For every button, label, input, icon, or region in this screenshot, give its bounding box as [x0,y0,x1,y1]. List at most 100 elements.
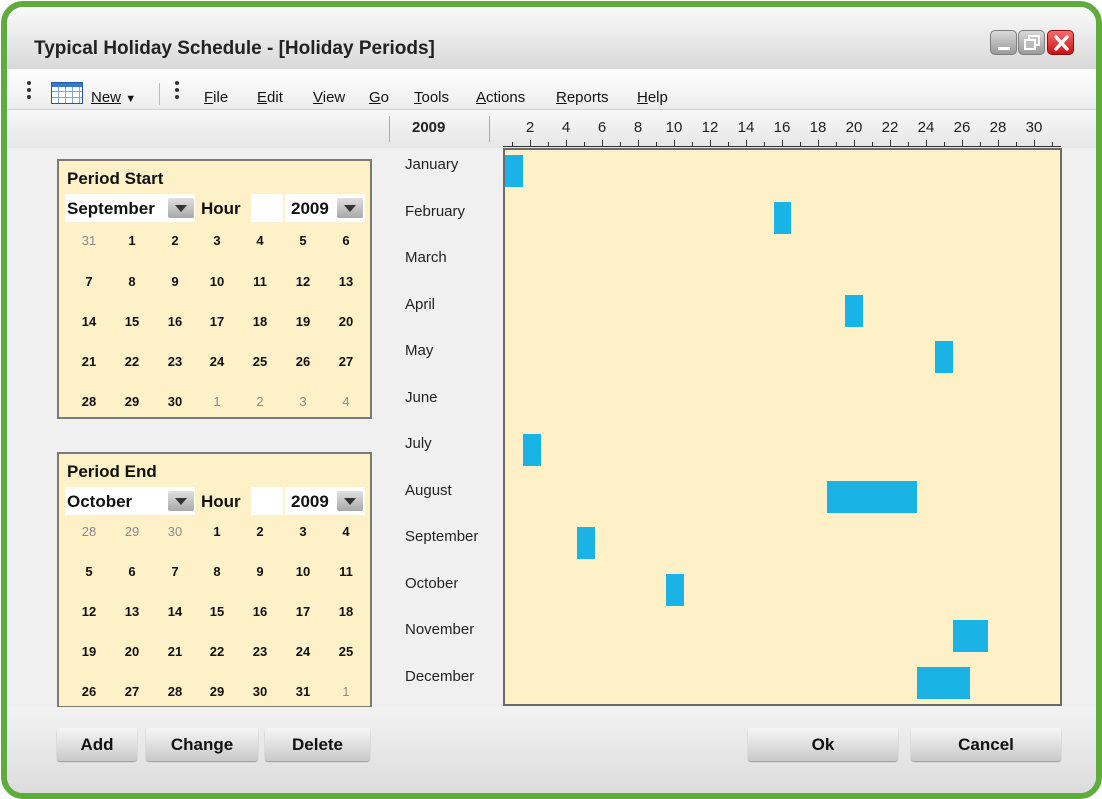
calendar-day[interactable]: 12 [283,274,323,289]
calendar-day[interactable]: 31 [69,233,109,248]
holiday-period-bar[interactable] [666,573,685,606]
calendar-day[interactable]: 15 [197,604,237,619]
calendar-day[interactable]: 11 [326,564,366,579]
calendar-day[interactable]: 21 [155,644,195,659]
calendar-day[interactable]: 29 [197,684,237,699]
calendar-day[interactable]: 1 [112,233,152,248]
holiday-period-bar[interactable] [845,294,864,327]
calendar-day[interactable]: 17 [283,604,323,619]
menu-item-go[interactable]: Go [369,89,389,106]
add-button[interactable]: Add [57,728,137,761]
calendar-day[interactable]: 28 [69,524,109,539]
calendar-day[interactable]: 9 [240,564,280,579]
calendar-day[interactable]: 15 [112,314,152,329]
calendar-day[interactable]: 1 [326,684,366,699]
calendar-day[interactable]: 14 [69,314,109,329]
calendar-day[interactable]: 10 [197,274,237,289]
calendar-day[interactable]: 19 [69,644,109,659]
change-button[interactable]: Change [146,728,258,761]
calendar-day[interactable]: 18 [326,604,366,619]
close-button[interactable] [1047,30,1074,55]
calendar-day[interactable]: 16 [155,314,195,329]
calendar-day[interactable]: 13 [112,604,152,619]
minimize-button[interactable] [990,30,1017,55]
holiday-period-bar[interactable] [934,341,953,373]
calendar-day[interactable]: 24 [283,644,323,659]
calendar-day[interactable]: 22 [112,354,152,369]
calendar-day[interactable]: 7 [69,274,109,289]
holiday-gantt-chart[interactable] [503,148,1062,706]
calendar-day[interactable]: 20 [112,644,152,659]
chevron-down-icon[interactable] [168,198,194,218]
calendar-day[interactable]: 17 [197,314,237,329]
calendar-day[interactable]: 8 [197,564,237,579]
calendar-day[interactable]: 19 [283,314,323,329]
calendar-day[interactable]: 28 [155,684,195,699]
calendar-day[interactable]: 13 [326,274,366,289]
table-view-icon[interactable] [51,82,83,104]
calendar-day[interactable]: 1 [197,394,237,409]
calendar-day[interactable]: 27 [112,684,152,699]
calendar-day[interactable]: 1 [197,524,237,539]
calendar-day[interactable]: 2 [240,394,280,409]
calendar-day[interactable]: 3 [283,524,323,539]
holiday-period-bar[interactable] [916,666,971,699]
calendar-day[interactable]: 23 [240,644,280,659]
period-end-hour-input[interactable] [251,487,283,515]
ok-button[interactable]: Ok [748,728,898,761]
calendar-day[interactable]: 2 [155,233,195,248]
period-start-hour-input[interactable] [251,194,283,222]
calendar-day[interactable]: 27 [326,354,366,369]
chevron-down-icon[interactable] [337,491,363,511]
calendar-day[interactable]: 30 [155,524,195,539]
calendar-day[interactable]: 25 [326,644,366,659]
calendar-day[interactable]: 31 [283,684,323,699]
period-start-month-select[interactable]: September [65,194,195,222]
menu-item-reports[interactable]: Reports [556,89,609,106]
calendar-day[interactable]: 20 [326,314,366,329]
calendar-day[interactable]: 6 [326,233,366,248]
calendar-day[interactable]: 6 [112,564,152,579]
calendar-day[interactable]: 4 [326,524,366,539]
holiday-period-bar[interactable] [827,480,917,513]
calendar-day[interactable]: 7 [155,564,195,579]
calendar-day[interactable]: 18 [240,314,280,329]
calendar-day[interactable]: 28 [69,394,109,409]
calendar-day[interactable]: 29 [112,524,152,539]
calendar-day[interactable]: 4 [326,394,366,409]
period-start-year-select[interactable]: 2009 [285,194,365,222]
calendar-day[interactable]: 8 [112,274,152,289]
period-end-month-select[interactable]: October [65,487,195,515]
chevron-down-icon[interactable] [168,491,194,511]
calendar-day[interactable]: 24 [197,354,237,369]
calendar-day[interactable]: 16 [240,604,280,619]
calendar-day[interactable]: 21 [69,354,109,369]
menu-item-tools[interactable]: Tools [414,89,449,106]
menu-item-file[interactable]: File [204,89,228,106]
calendar-day[interactable]: 9 [155,274,195,289]
delete-button[interactable]: Delete [265,728,370,761]
maximize-button[interactable] [1018,30,1045,55]
calendar-day[interactable]: 10 [283,564,323,579]
calendar-day[interactable]: 29 [112,394,152,409]
menu-item-actions[interactable]: Actions [476,89,525,106]
calendar-day[interactable]: 12 [69,604,109,619]
menu-item-view[interactable]: View [313,89,345,106]
calendar-day[interactable]: 4 [240,233,280,248]
calendar-day[interactable]: 5 [69,564,109,579]
calendar-day[interactable]: 30 [155,394,195,409]
calendar-day[interactable]: 5 [283,233,323,248]
cancel-button[interactable]: Cancel [911,728,1061,761]
calendar-day[interactable]: 30 [240,684,280,699]
holiday-period-bar[interactable] [522,434,541,466]
calendar-day[interactable]: 11 [240,274,280,289]
menu-item-edit[interactable]: Edit [257,89,283,106]
calendar-day[interactable]: 3 [283,394,323,409]
calendar-day[interactable]: 23 [155,354,195,369]
calendar-day[interactable]: 26 [69,684,109,699]
calendar-day[interactable]: 3 [197,233,237,248]
menu-item-help[interactable]: Help [637,89,668,106]
calendar-day[interactable]: 25 [240,354,280,369]
calendar-day[interactable]: 2 [240,524,280,539]
calendar-day[interactable]: 22 [197,644,237,659]
